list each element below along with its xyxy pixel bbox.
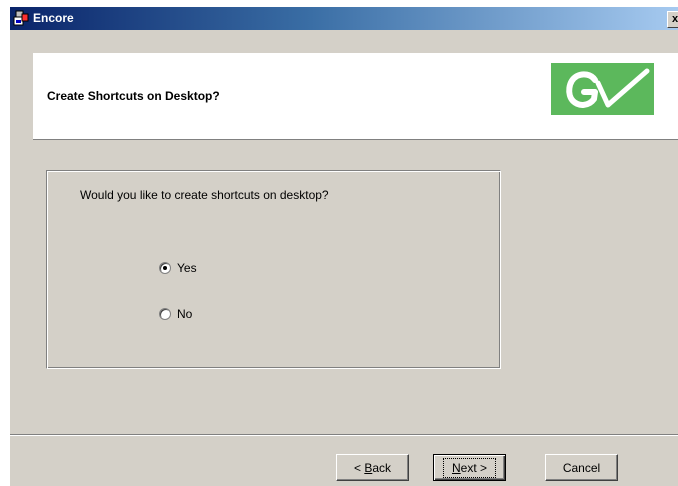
- next-button-focus: Next >: [442, 457, 497, 478]
- back-button-accel: B: [364, 460, 373, 475]
- radio-no-icon[interactable]: [159, 308, 171, 320]
- radio-yes-label[interactable]: Yes: [177, 261, 197, 275]
- page-title: Create Shortcuts on Desktop?: [47, 89, 220, 103]
- title-bar[interactable]: Encore: [10, 7, 678, 30]
- radio-yes-checked-icon[interactable]: [159, 262, 171, 274]
- back-button[interactable]: < Back: [336, 454, 409, 481]
- installer-app-icon: [13, 10, 29, 26]
- cancel-button-label: Cancel: [562, 460, 601, 475]
- window-title: Encore: [33, 11, 74, 25]
- radio-no-label[interactable]: No: [177, 307, 192, 321]
- gv-logo-icon: [551, 63, 654, 115]
- next-button-accel: N: [451, 460, 461, 475]
- radio-option-no[interactable]: No: [159, 306, 192, 322]
- footer-divider: [10, 434, 678, 436]
- next-button-label: ext >: [460, 460, 488, 475]
- radio-option-yes[interactable]: Yes: [159, 260, 197, 276]
- back-button-label: ack: [372, 460, 392, 475]
- next-button[interactable]: Next >: [433, 454, 506, 481]
- question-label: Would you like to create shortcuts on de…: [80, 188, 329, 202]
- back-button-prefix: <: [353, 460, 365, 475]
- installer-window: Encore x Create Shortcuts on Desktop? Wo…: [10, 7, 678, 486]
- wizard-header: Create Shortcuts on Desktop?: [33, 53, 678, 140]
- cancel-button[interactable]: Cancel: [545, 454, 618, 481]
- close-icon[interactable]: x: [667, 11, 678, 28]
- options-group: Would you like to create shortcuts on de…: [46, 170, 501, 369]
